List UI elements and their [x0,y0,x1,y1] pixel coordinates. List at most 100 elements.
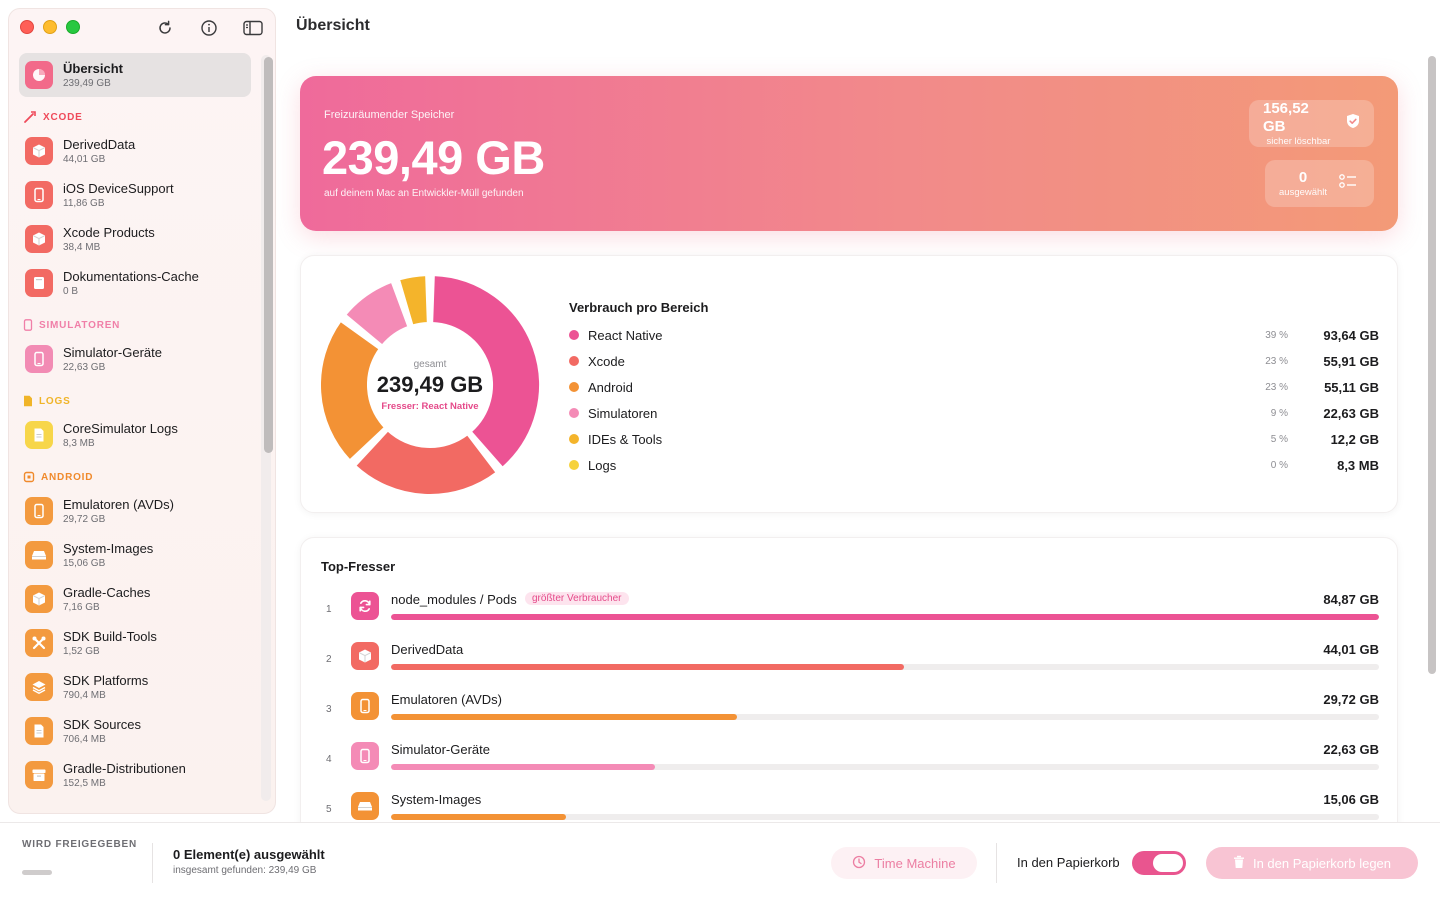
sidebar-scrollbar[interactable] [262,55,273,809]
sidebar-item-system-images[interactable]: System-Images 15,06 GB [19,533,251,577]
sidebar-section-title: SIMULATOREN [39,319,121,331]
top-consumer-row[interactable]: 3 Emulatoren (AVDs) 29,72 GB [321,690,1379,740]
main-scrollbar[interactable] [1428,56,1436,674]
legend-dot [569,434,579,444]
usage-bar-fill [391,764,655,770]
donut-center-label: gesamt [413,358,447,370]
sidebar-toggle-icon[interactable] [241,17,265,39]
legend-percent: 9 % [1270,407,1288,419]
safe-deletable-label: sicher löschbar [1266,135,1331,147]
sidebar-item-label: Übersicht [63,60,123,76]
sidebar-item-gradle-caches[interactable]: Gradle-Caches 7,16 GB [19,577,251,621]
top-consumers-title: Top-Fresser [321,559,396,574]
sidebar-item-size: 44,01 GB [63,153,106,165]
legend-value: 55,91 GB [1323,353,1379,369]
legend-value: 93,64 GB [1323,327,1379,343]
top-consumer-row[interactable]: 1 node_modules / Pods größter Verbraucher 8… [321,590,1379,640]
move-to-trash-label: In den Papierkorb legen [1252,855,1392,871]
sidebar-item-size: 239,49 GB [63,77,111,89]
top-consumer-name: Simulator-Geräte [391,742,490,757]
legend-dot [569,382,579,392]
hero-subtitle: auf deinem Mac an Entwickler-Müll gefund… [324,188,524,199]
top-consumer-value: 29,72 GB [1323,692,1379,707]
top-consumer-row[interactable]: 4 Simulator-Geräte 22,63 GB [321,740,1379,790]
divider [996,843,997,883]
zoom-window-button[interactable] [66,20,80,34]
sidebar-scrollbar-thumb[interactable] [264,57,273,453]
sidebar-item-xcode-products[interactable]: Xcode Products 38,4 MB [19,217,251,261]
top-consumer-name: Emulatoren (AVDs) [391,692,503,707]
legend-name: Simulatoren [588,405,658,421]
history-icon [852,855,866,872]
legend-name: React Native [588,327,663,343]
document-icon [23,395,33,407]
legend-percent: 5 % [1270,433,1288,445]
usage-bar-fill [391,614,1379,620]
legend-value: 12,2 GB [1330,431,1379,447]
usage-bar-track [391,714,1379,720]
app-window: Übersicht 239,49 GB XCODE DerivedData 44,0… [0,0,1440,900]
sidebar-item-dokumentations-cache[interactable]: Dokumentations-Cache 0 B [19,261,251,305]
sidebar-item-ios-devicesupport[interactable]: iOS DeviceSupport 11,86 GB [19,173,251,217]
sidebar-item-overview[interactable]: Übersicht 239,49 GB [19,53,251,97]
sidebar-item-label: CoreSimulator Logs [63,420,178,436]
usage-bar-fill [391,714,737,720]
sidebar-section-title: LOGS [39,395,71,407]
top-consumer-row[interactable]: 2 DerivedData 44,01 GB [321,640,1379,690]
sidebar-item-label: SDK Sources [63,716,142,732]
hero-caption: Freizuräumender Speicher [324,109,455,121]
selected-pill: 0 ausgewählt [1265,160,1374,207]
sidebar-item-size: 706,4 MB [63,733,106,745]
sidebar-section-title: XCODE [43,111,83,123]
legend-dot [569,408,579,418]
pie-chart-icon [25,61,53,89]
sidebar-item-sdk-build-tools[interactable]: SDK Build-Tools 1,52 GB [19,621,251,665]
sidebar-item-label: iOS DeviceSupport [63,180,174,196]
legend-name: Xcode [588,353,625,369]
sidebar-item-label: SDK Build-Tools [63,628,157,644]
legend-row: React Native 39 % 93,64 GB [569,322,1379,348]
trash-toggle[interactable] [1132,851,1186,875]
donut-center-value: 239,49 GB [376,371,484,397]
cube-icon [351,642,379,670]
close-window-button[interactable] [20,20,34,34]
legend-row: Xcode 23 % 55,91 GB [569,348,1379,374]
sidebar-item-label: System-Images [63,540,154,556]
archive-icon [25,761,53,789]
time-machine-button[interactable]: Time Machine [831,847,977,879]
donut-center: gesamt 239,49 GB Fresser: React Native [319,274,541,496]
donut-center-sub: Fresser: React Native [381,400,479,412]
found-total: insgesamt gefunden: 239,49 GB [173,865,317,876]
minimize-window-button[interactable] [43,20,57,34]
drive-icon [25,541,53,569]
trash-toggle-label: In den Papierkorb [1017,855,1120,870]
sidebar-item-gradle-distributionen[interactable]: Gradle-Distributionen 152,5 MB [19,753,251,797]
sidebar-item-emulatoren-avds[interactable]: Emulatoren (AVDs) 29,72 GB [19,489,251,533]
sidebar-item-simulator-geräte[interactable]: Simulator-Geräte 22,63 GB [19,337,251,381]
top-consumer-name: System-Images [391,792,482,807]
sidebar-item-size: 11,86 GB [63,197,105,209]
selection-count: 0 Element(e) ausgewählt [173,847,325,862]
sidebar-item-sdk-sources[interactable]: SDK Sources 706,4 MB [19,709,251,753]
legend-percent: 0 % [1270,459,1288,471]
selected-value: 0 [1298,168,1308,186]
phone-icon [351,742,379,770]
sidebar-item-sdk-platforms[interactable]: SDK Platforms 790,4 MB [19,665,251,709]
legend-percent: 39 % [1265,329,1288,341]
phone-icon [25,181,53,209]
sidebar-list: Übersicht 239,49 GB XCODE DerivedData 44,0… [9,53,261,797]
document-icon [25,421,53,449]
sidebar-item-coresimulator-logs[interactable]: CoreSimulator Logs 8,3 MB [19,413,251,457]
sidebar-item-label: SDK Platforms [63,672,149,688]
info-icon[interactable] [197,17,221,39]
refresh-icon[interactable] [153,17,177,39]
sidebar-item-deriveddata[interactable]: DerivedData 44,01 GB [19,129,251,173]
top-consumer-value: 44,01 GB [1323,642,1379,657]
checklist-icon [1339,173,1357,194]
sidebar-item-label: Gradle-Caches [63,584,151,600]
window-controls [20,20,80,34]
sidebar-item-size: 22,63 GB [63,361,106,373]
legend-row: Logs 0 % 8,3 MB [569,452,1379,478]
move-to-trash-button[interactable]: In den Papierkorb legen [1206,847,1418,879]
phone-icon [25,345,53,373]
